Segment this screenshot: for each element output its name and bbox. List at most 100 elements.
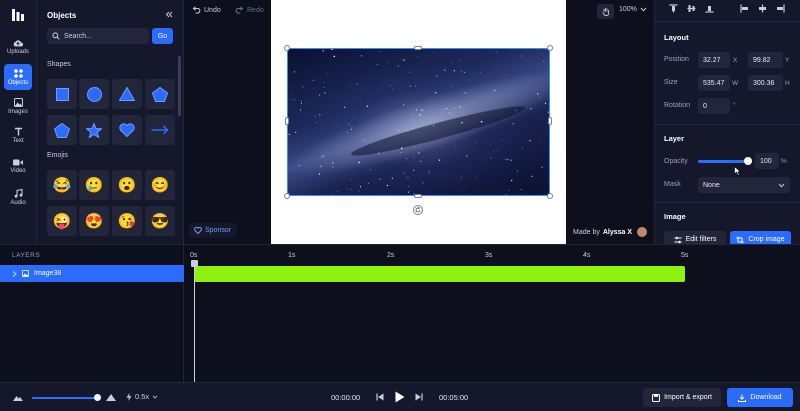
layer-name: Image38 — [34, 270, 62, 277]
opacity-slider[interactable] — [698, 157, 752, 165]
sponsor-button[interactable]: Sponsor — [189, 223, 237, 238]
star — [324, 92, 326, 94]
mountain-large-icon[interactable] — [106, 393, 116, 401]
star — [515, 109, 517, 111]
chevron-right-icon[interactable] — [12, 270, 17, 277]
emoji-tile[interactable]: 😮 — [112, 170, 142, 200]
resize-handle-top[interactable] — [414, 46, 422, 50]
star — [299, 109, 302, 111]
shape-tile-circle[interactable] — [79, 79, 109, 109]
undo-button[interactable]: Undo — [192, 6, 221, 14]
zoom-select[interactable]: 100% — [619, 6, 647, 13]
hand-icon — [602, 8, 609, 16]
mountain-small-icon[interactable] — [13, 394, 23, 401]
star — [441, 146, 443, 148]
size-h-field[interactable]: 300.36 — [748, 75, 783, 91]
emoji-tile[interactable]: 😎 — [145, 206, 175, 236]
zoom-slider-knob[interactable] — [94, 394, 101, 401]
shape-tile-triangle[interactable] — [112, 79, 142, 109]
rotate-handle-icon[interactable] — [413, 205, 423, 215]
timeline-clip-image38[interactable] — [194, 266, 685, 282]
resize-handle-bottom-right[interactable] — [547, 193, 553, 199]
resize-handle-bottom[interactable] — [414, 194, 422, 198]
shape-tile-square[interactable] — [47, 79, 77, 109]
mask-select[interactable]: None — [698, 177, 790, 193]
opacity-field[interactable]: 100 — [755, 153, 779, 169]
star — [360, 100, 361, 102]
resize-handle-top-right[interactable] — [547, 45, 553, 51]
star — [412, 155, 414, 157]
position-y-field[interactable]: 99.82 — [748, 52, 783, 68]
emoji-tile[interactable]: 😜 — [47, 206, 77, 236]
panel-scrollbar[interactable] — [178, 56, 181, 116]
align-right-icon[interactable] — [776, 4, 785, 13]
shape-tile-arrow[interactable] — [145, 115, 175, 145]
shape-tile-heart[interactable] — [112, 115, 142, 145]
emoji-tile[interactable]: 😊 — [145, 170, 175, 200]
size-w-field[interactable]: 535.47 — [698, 75, 730, 91]
rail-item-uploads[interactable]: Uploads — [4, 34, 32, 60]
collapse-panel-icon[interactable] — [165, 11, 173, 18]
align-left-icon[interactable] — [740, 4, 749, 13]
resize-handle-top-left[interactable] — [284, 45, 290, 51]
rail-item-images[interactable]: Images — [4, 93, 32, 119]
skip-back-icon[interactable] — [376, 393, 384, 401]
go-button[interactable]: Go — [152, 28, 173, 44]
star — [521, 99, 522, 101]
shape-tile-pentagon-outline[interactable] — [47, 115, 77, 145]
play-icon[interactable] — [395, 391, 405, 403]
emoji-tile[interactable]: 😘 — [112, 206, 142, 236]
star — [415, 85, 416, 87]
timeline-track-area[interactable]: 0s 1s 2s 3s 4s 5s — [184, 245, 800, 382]
star — [366, 105, 369, 107]
align-bottom-icon[interactable] — [705, 4, 714, 13]
star — [302, 86, 304, 88]
shape-tile-star[interactable] — [79, 115, 109, 145]
align-center-icon[interactable] — [758, 4, 767, 13]
resize-handle-bottom-left[interactable] — [284, 193, 290, 199]
search-input[interactable]: Search... — [47, 28, 149, 44]
star — [403, 104, 405, 106]
rail-item-objects[interactable]: Objects — [4, 64, 32, 90]
star — [409, 71, 411, 73]
layer-row-image38[interactable]: Image38 — [0, 265, 184, 282]
cloud-upload-icon — [13, 40, 23, 47]
rotation-field[interactable]: 0 — [698, 98, 730, 114]
selected-image-milky-way[interactable] — [287, 48, 550, 196]
star — [403, 59, 405, 61]
download-button[interactable]: Download — [727, 388, 793, 407]
playhead-handle[interactable] — [191, 260, 198, 267]
star — [315, 122, 317, 123]
arrow-right-icon — [151, 125, 169, 135]
star — [408, 82, 410, 84]
star — [465, 186, 467, 187]
resize-handle-right[interactable] — [548, 117, 552, 125]
shapes-icon — [13, 68, 23, 78]
align-middle-icon[interactable] — [687, 4, 696, 13]
emoji-tile[interactable]: 😍 — [79, 206, 109, 236]
timeline-zoom-slider[interactable] — [32, 394, 101, 401]
align-top-icon[interactable] — [669, 4, 678, 13]
star — [347, 188, 349, 190]
star — [360, 135, 361, 136]
import-export-button[interactable]: Import & export — [643, 388, 721, 407]
position-x-field[interactable]: 32.27 — [698, 52, 730, 68]
pan-tool-button[interactable] — [597, 4, 614, 19]
app-logo[interactable] — [12, 9, 24, 21]
playhead-line[interactable] — [194, 260, 195, 382]
redo-button[interactable]: Redo — [235, 6, 264, 14]
opacity-slider-knob[interactable] — [744, 157, 752, 165]
emoji-tile[interactable]: 😂 — [47, 170, 77, 200]
star — [548, 111, 549, 113]
rail-item-audio[interactable]: Audio — [4, 184, 32, 210]
rail-item-text[interactable]: Text — [4, 122, 32, 148]
star — [537, 49, 539, 50]
resize-handle-left[interactable] — [285, 117, 289, 125]
rail-item-video[interactable]: Video — [4, 153, 32, 179]
skip-forward-icon[interactable] — [415, 393, 423, 401]
playback-speed-select[interactable]: 0.5x — [126, 392, 158, 401]
made-by-credit[interactable]: Made by Alyssa X — [573, 227, 648, 237]
shape-tile-pentagon[interactable] — [145, 79, 175, 109]
star — [309, 70, 310, 71]
emoji-tile[interactable]: 🥲 — [79, 170, 109, 200]
